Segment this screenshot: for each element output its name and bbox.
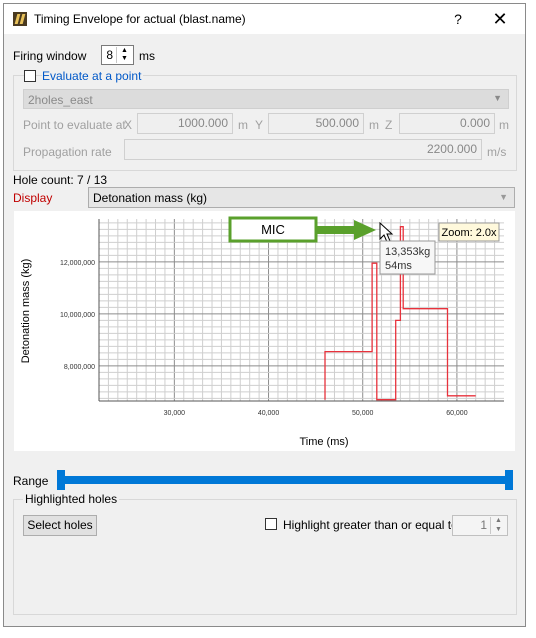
y-unit: m [369,118,379,132]
tooltip-time: 54ms [385,260,412,272]
firing-window-spinbox[interactable]: 8 ▲ ▼ [101,45,134,65]
tooltip-mass: 13,353kg [385,246,430,258]
highlight-spinbox[interactable]: 1 ▲ ▼ [452,515,508,536]
help-button[interactable]: ? [444,7,472,31]
highlight-value: 1 [480,518,487,532]
x-axis-label: Time (ms) [299,436,348,448]
select-holes-button[interactable]: Select holes [23,515,97,536]
highlight-checkbox[interactable] [265,518,277,530]
chart-svg[interactable]: 30,000 40,000 50,000 60,000 8,000,000 10,000,… [14,211,515,451]
spin-arrows[interactable]: ▲ ▼ [116,47,132,63]
evaluate-checkbox[interactable] [24,70,36,82]
y-axis-label: Detonation mass (kg) [20,259,32,364]
x-field[interactable]: 1000.000 [137,113,233,134]
evaluate-label[interactable]: Evaluate at a point [42,69,144,83]
title-bar: Timing Envelope for actual (blast.name) … [4,4,525,34]
timing-envelope-dialog: Timing Envelope for actual (blast.name) … [3,3,526,627]
z-field[interactable]: 0.000 [399,113,495,134]
display-label: Display [13,191,53,205]
prop-unit: m/s [487,145,507,159]
firing-window-value: 8 [106,48,113,62]
chevron-down-icon: ▼ [499,192,508,202]
z-label: Z [385,118,393,132]
hole-count: Hole count: 7 / 13 [13,173,108,187]
range-slider[interactable] [57,470,513,490]
spin-down-icon[interactable]: ▼ [117,55,132,63]
y-tick-label: 8,000,000 [64,364,95,371]
chevron-down-icon: ▼ [493,93,502,103]
highlighted-group-label: Highlighted holes [23,492,120,506]
range-handle-right[interactable] [505,470,513,490]
spin-up-icon[interactable]: ▲ [491,517,506,526]
display-value: Detonation mass (kg) [93,191,208,205]
y-tick-label: 12,000,000 [60,260,95,267]
prop-field[interactable]: 2200.000 [124,139,482,160]
x-unit: m [238,118,248,132]
z-unit: m [499,118,509,132]
mic-label: MIC [261,222,285,237]
range-handle-left[interactable] [57,470,65,490]
prop-label: Propagation rate [23,145,112,159]
timing-chart[interactable]: 30,000 40,000 50,000 60,000 8,000,000 10,000,… [14,211,515,451]
spin-down-icon[interactable]: ▼ [491,526,506,535]
spin-arrows[interactable]: ▲ ▼ [490,517,506,534]
hole-select-combo[interactable]: 2holes_east ▼ [23,89,509,109]
highlight-label: Highlight greater than or equal to [283,518,458,532]
window-title: Timing Envelope for actual (blast.name) [34,12,246,26]
x-tick-label: 60,000 [446,410,468,417]
range-label: Range [13,474,49,488]
firing-window-label: Firing window [13,49,87,63]
range-track[interactable] [57,476,513,484]
spin-up-icon[interactable]: ▲ [117,47,132,55]
x-label: X [124,118,133,132]
x-tick-label: 40,000 [258,410,280,417]
y-label: Y [255,118,264,132]
firing-window-unit: ms [139,49,155,63]
point-label: Point to evaluate at [23,118,126,132]
close-button[interactable]: ✕ [486,7,514,31]
display-combo[interactable]: Detonation mass (kg) ▼ [88,187,515,208]
chart-grid [98,219,504,402]
x-tick-label: 30,000 [164,410,186,417]
hole-select-value: 2holes_east [28,93,93,107]
zoom-label: Zoom: 2.0x [441,227,497,239]
chart-ticks: 30,000 40,000 50,000 60,000 8,000,000 10,000,… [60,260,468,417]
y-tick-label: 10,000,000 [60,312,95,319]
mic-arrow-shaft [316,226,356,234]
x-tick-label: 50,000 [352,410,374,417]
y-field[interactable]: 500.000 [268,113,364,134]
app-icon [13,12,27,26]
